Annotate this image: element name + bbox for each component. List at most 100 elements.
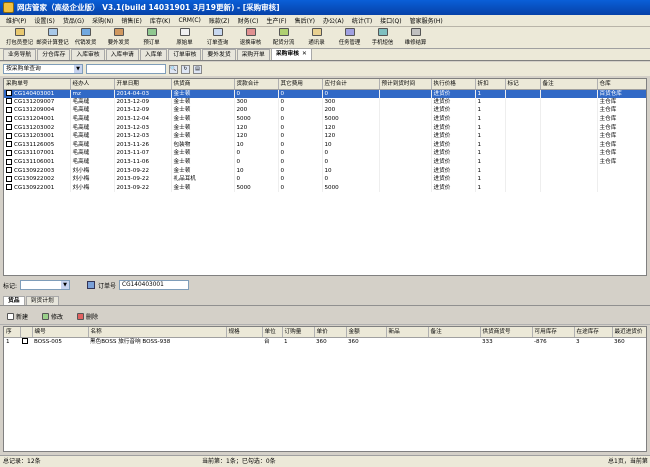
toolbar-packer-button[interactable]: 打包员登记 (3, 27, 36, 49)
column-header[interactable]: 金额 (346, 327, 387, 338)
menu-settings[interactable]: 设置(S) (30, 16, 59, 25)
row-checkbox[interactable] (6, 141, 12, 148)
menu-finance[interactable]: 财务(C) (234, 16, 263, 25)
menu-crm[interactable]: CRM(C) (174, 17, 204, 24)
table-row[interactable]: 1 BOSS-005 黑色BOSS 旅行音响 BOSS-938 台 1 360 360 333… (4, 337, 646, 346)
refresh-icon[interactable]: ↻ (181, 64, 190, 74)
column-header[interactable]: 供货商 (171, 79, 235, 90)
row-checkbox[interactable] (22, 338, 28, 345)
order-number-field[interactable]: CG140403001 (119, 280, 190, 290)
menu-purchase[interactable]: 采购(N) (88, 16, 117, 25)
menu-office[interactable]: 办公(A) (319, 16, 348, 25)
toolbar-sms-button[interactable]: 手机短信 (366, 27, 399, 49)
row-checkbox[interactable] (6, 175, 12, 182)
tab-goods[interactable]: 货品 (3, 296, 25, 305)
menu-goods[interactable]: 货品(G) (59, 16, 88, 25)
column-header[interactable]: 规格 (226, 327, 263, 338)
mark-select[interactable]: ▼ (20, 280, 71, 290)
menu-sales[interactable]: 销售(E) (117, 16, 145, 25)
table-row[interactable]: CG130922003 刘小梅 2013-09-22 金士顿 10 0 10 进货价 1 (4, 166, 646, 175)
column-header[interactable]: 经办人 (70, 79, 115, 90)
table-row[interactable]: CG131204001 毛高缝 2013-12-04 金士顿 5000 0 5000 进货价 1… (4, 114, 646, 124)
new-button[interactable]: 新建 (3, 312, 32, 321)
column-header[interactable]: 序 (4, 327, 21, 338)
column-header[interactable]: 执行价格 (431, 79, 476, 90)
column-header[interactable]: 折扣 (475, 79, 506, 90)
column-header[interactable]: 备注 (428, 327, 481, 338)
table-row[interactable]: CG130922001 刘小梅 2013-09-22 金士顿 5000 0 5000 进货价 1 (4, 183, 646, 193)
menu-interface[interactable]: 接口(Q) (376, 16, 405, 25)
tab-branch-stock[interactable]: 分仓库存 (37, 49, 71, 60)
toolbar-return-review-button[interactable]: 退换审核 (234, 27, 267, 49)
row-checkbox[interactable] (6, 98, 12, 105)
column-header[interactable]: 在途库存 (574, 327, 613, 338)
column-header[interactable]: 订购量 (282, 327, 315, 338)
menu-statistics[interactable]: 统计(T) (348, 16, 376, 25)
query-input[interactable] (86, 64, 166, 74)
query-mode-select[interactable]: 按采购单查询 ▼ (3, 64, 83, 74)
table-row[interactable]: CG131106001 毛高缝 2013-11-06 金士顿 0 0 0 进货价 1 主仓库 (4, 157, 646, 167)
row-checkbox[interactable] (6, 167, 12, 174)
close-icon[interactable]: ✕ (302, 51, 307, 57)
table-row[interactable]: CG131209004 毛高缝 2013-12-09 金士顿 200 0 200 进货价 1 主仓… (4, 106, 646, 115)
column-header[interactable]: 单价 (314, 327, 347, 338)
table-row[interactable]: CG131126005 毛高缝 2013-11-26 包装物 10 0 10 进货价 1 主仓库 (4, 140, 646, 150)
menu-aftersales[interactable]: 售后(Y) (291, 16, 319, 25)
menu-inventory[interactable]: 库存(K) (146, 16, 175, 25)
table-row[interactable]: CG131203001 毛高缝 2013-12-03 金士顿 120 0 120 进货价 1 主仓… (4, 131, 646, 141)
toolbar-original-order-button[interactable]: 原始单 (168, 27, 201, 49)
toolbar-order-query-button[interactable]: 订单查询 (201, 27, 234, 49)
column-header[interactable]: 开单日期 (114, 79, 172, 90)
column-header[interactable]: 仓库 (597, 79, 646, 90)
column-header[interactable]: 最近进货价 (612, 327, 646, 338)
delete-button[interactable]: 删除 (73, 312, 102, 321)
toolbar-contacts-button[interactable]: 通讯录 (300, 27, 333, 49)
toolbar-external-ship-button[interactable]: 要外发货 (102, 27, 135, 49)
tab-business-nav[interactable]: 业务导航 (3, 49, 37, 60)
column-header[interactable]: 其它费用 (278, 79, 323, 90)
row-checkbox[interactable] (6, 158, 12, 165)
toolbar-preorder-button[interactable]: 预订单 (135, 27, 168, 49)
column-header[interactable]: 名称 (88, 327, 227, 338)
row-checkbox[interactable] (6, 115, 12, 122)
menu-accounts[interactable]: 账款(Z) (205, 16, 234, 25)
table-row[interactable]: CG131107001 毛高缝 2013-11-07 金士顿 0 0 0 进货价 1 主仓库 (4, 149, 646, 158)
menu-maintain[interactable]: 维护(P) (2, 16, 30, 25)
tab-inbound-review[interactable]: 入库审核 (71, 49, 105, 60)
tab-inbound-order[interactable]: 入库单 (139, 49, 168, 60)
tab-purchase-review[interactable]: 采购审核 ✕ (270, 48, 312, 60)
row-checkbox[interactable] (6, 184, 12, 191)
table-row[interactable]: CG131209007 毛高缝 2013-12-09 金士顿 300 0 300 进货价 1 主仓… (4, 97, 646, 107)
table-row[interactable]: CG140403001 mz 2014-04-03 金士顿 0 0 0 进货价 1 百货仓库 (4, 89, 646, 98)
tab-purchase-create[interactable]: 采购开单 (236, 49, 270, 60)
row-checkbox[interactable] (6, 90, 12, 97)
column-header[interactable]: 货款合计 (234, 79, 279, 90)
filter-icon[interactable]: ▤ (193, 64, 202, 74)
tab-arrival-plan[interactable]: 到货计划 (25, 296, 59, 305)
toolbar-distribution-button[interactable]: 配货分流 (267, 27, 300, 49)
search-icon[interactable]: 🔍 (169, 64, 178, 74)
column-header[interactable]: 备注 (540, 79, 598, 90)
column-header[interactable]: 供货商货号 (480, 327, 533, 338)
column-header[interactable]: 编号 (32, 327, 89, 338)
column-header[interactable]: 可用库存 (532, 327, 575, 338)
column-header[interactable]: 新品 (386, 327, 429, 338)
column-header[interactable]: 采购单号 (4, 79, 71, 90)
tab-inbound-request[interactable]: 入库申请 (105, 49, 139, 60)
column-header[interactable]: 应付合计 (322, 79, 380, 90)
tab-external-ship[interactable]: 要外发货 (202, 49, 236, 60)
row-checkbox[interactable] (6, 124, 12, 131)
toolbar-postage-button[interactable]: 邮资计算登记 (36, 27, 69, 49)
row-checkbox[interactable] (6, 106, 12, 113)
toolbar-task-button[interactable]: 任务管理 (333, 27, 366, 49)
toolbar-repair-button[interactable]: 维修结算 (399, 27, 432, 49)
row-checkbox[interactable] (6, 132, 12, 139)
column-header[interactable]: 单位 (262, 327, 283, 338)
row-checkbox[interactable] (6, 149, 12, 156)
table-row[interactable]: CG130922002 刘小梅 2013-09-22 礼品耳机 0 0 0 进货价 1 (4, 174, 646, 184)
column-header[interactable] (20, 327, 33, 338)
edit-button[interactable]: 修改 (38, 312, 67, 321)
menu-production[interactable]: 生产(F) (263, 16, 291, 25)
menu-service[interactable]: 管家服务(H) (406, 16, 447, 25)
table-row[interactable]: CG131203002 毛高缝 2013-12-03 金士顿 120 0 120 进货价 1 主仓… (4, 123, 646, 132)
